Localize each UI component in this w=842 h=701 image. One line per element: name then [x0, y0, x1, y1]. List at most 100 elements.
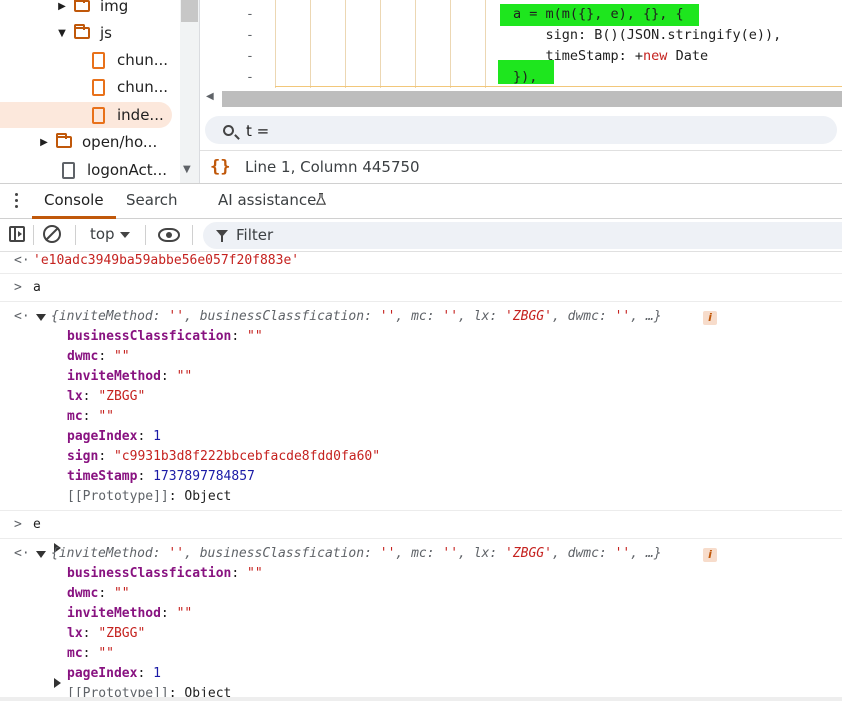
info-icon[interactable]: i [703, 311, 717, 325]
tab-ai-assistance[interactable]: AI assistance [218, 184, 316, 218]
gutter-marker: - [246, 7, 254, 22]
horizontal-scrollbar-thumb[interactable] [222, 91, 842, 107]
code-token: }), [513, 69, 538, 85]
find-input[interactable]: t = [205, 116, 837, 144]
find-query[interactable]: t = [246, 122, 269, 140]
summary-key: mc [411, 309, 427, 324]
expand-toggle-icon[interactable] [54, 678, 61, 688]
code-token: a = m(m({}, e), {}, { [513, 6, 684, 22]
tree-scrollbar-thumb[interactable] [181, 0, 198, 22]
clear-console-icon[interactable] [43, 225, 61, 243]
console-message: > a [0, 274, 842, 302]
summary-colon: : [426, 309, 443, 324]
property-colon: : [98, 586, 114, 601]
property-key: businessClassfication [67, 566, 232, 581]
tree-item-file[interactable]: chun... [92, 47, 168, 73]
property-key: inviteMethod [67, 369, 161, 384]
summary-key: lx [473, 546, 490, 561]
tree-item-file-selected[interactable]: inde... [0, 102, 172, 128]
object-prototype[interactable]: [[Prototype]]: Object [67, 489, 231, 504]
property-value: "ZBGG" [98, 389, 146, 404]
summary-comma: , [458, 309, 474, 324]
console-output[interactable]: <· 'e10adc3949ba59abbe56e057f20f883e' > … [0, 251, 842, 701]
prototype-type: Object [184, 489, 232, 504]
bottom-scrollbar[interactable] [0, 697, 842, 701]
summary-colon: : [598, 546, 615, 561]
console-input: a [33, 280, 41, 295]
property-colon: : [82, 626, 99, 641]
summary-key: mc [411, 546, 427, 561]
summary-comma: , [551, 309, 568, 324]
filter-icon [216, 230, 228, 242]
tree-item-folder[interactable]: ▶ open/ho... [38, 129, 157, 155]
tree-item-file[interactable]: chun... [92, 74, 168, 100]
summary-comma: , [184, 309, 200, 324]
filter-placeholder[interactable]: Filter [236, 226, 273, 244]
object-property: lx: "ZBGG" [67, 626, 145, 641]
property-value: "" [113, 586, 130, 601]
property-value: "" [113, 349, 130, 364]
property-colon: : [160, 606, 177, 621]
object-property: pageIndex: 1 [67, 666, 161, 681]
summary-comma: , [184, 546, 200, 561]
tree-scrollbar[interactable] [180, 0, 199, 183]
tree-item-label: inde... [117, 106, 164, 124]
property-colon: : [160, 369, 177, 384]
expand-toggle-icon[interactable] [36, 551, 46, 558]
chevron-right-icon[interactable]: ▶ [56, 1, 68, 12]
tree-item-img[interactable]: ▶ img [56, 0, 128, 19]
property-colon: : [231, 329, 248, 344]
code-line: }), [513, 69, 537, 85]
object-summary[interactable]: {inviteMethod: '', businessClassfication… [51, 309, 662, 324]
summary-value: '' [614, 546, 631, 561]
sidebar-toggle-icon[interactable] [9, 226, 25, 242]
summary-key: inviteMethod [58, 309, 153, 324]
object-property: timeStamp: 1737897784857 [67, 469, 255, 484]
object-property: businessClassfication: "" [67, 329, 263, 344]
braces-icon[interactable]: {} [210, 157, 230, 177]
chevron-down-icon[interactable] [120, 232, 130, 238]
eye-icon[interactable] [158, 228, 180, 242]
property-key: mc [67, 646, 83, 661]
summary-brace: { [51, 546, 59, 561]
chevron-down-icon[interactable]: ▼ [56, 28, 68, 39]
editor-status-bar: {} Line 1, Column 445750 [200, 150, 842, 184]
info-icon[interactable]: i [703, 548, 717, 562]
summary-key: dwmc [567, 309, 599, 324]
object-summary[interactable]: {inviteMethod: '', businessClassfication… [51, 546, 662, 561]
object-property: pageIndex: 1 [67, 429, 161, 444]
property-key: mc [67, 409, 83, 424]
gutter-marker: - [246, 70, 254, 85]
expand-toggle-icon[interactable] [36, 314, 46, 321]
property-colon: : [82, 409, 99, 424]
tree-item-js[interactable]: ▼ js [56, 20, 112, 46]
summary-comma: , [458, 546, 474, 561]
code-line: a = m(m({}, e), {}, { [513, 6, 684, 22]
object-property: inviteMethod: "" [67, 369, 192, 384]
property-colon: : [137, 429, 154, 444]
tree-item-file[interactable]: logonAct... [62, 157, 167, 183]
scroll-down-icon[interactable]: ▼ [183, 164, 191, 175]
console-input: e [33, 517, 41, 532]
cursor-position: Line 1, Column 445750 [245, 158, 420, 176]
tree-item-label: chun... [117, 51, 169, 69]
kebab-menu-icon[interactable] [15, 193, 18, 211]
property-key: lx [67, 389, 83, 404]
tree-item-label: img [100, 0, 129, 15]
summary-colon: : [426, 546, 443, 561]
horizontal-scrollbar[interactable]: ◀ [200, 88, 842, 110]
scroll-left-icon[interactable]: ◀ [206, 91, 214, 102]
chevron-right-icon[interactable]: ▶ [38, 137, 50, 148]
property-value: "" [247, 566, 263, 581]
file-icon [92, 106, 105, 124]
property-value: "" [247, 329, 263, 344]
tab-search[interactable]: Search [126, 184, 178, 218]
object-property: mc: "" [67, 646, 114, 661]
filter-input[interactable]: Filter [203, 222, 842, 249]
tab-console[interactable]: Console [32, 184, 116, 219]
property-key: timeStamp [67, 469, 138, 484]
code-editor[interactable]: - - - - a = m(m({}, e), {}, { sign: B()(… [200, 0, 842, 88]
folder-icon [74, 24, 90, 39]
context-select[interactable]: top [90, 225, 115, 243]
sources-panel: ▶ img ▼ js chun... chun... inde... ▶ ope… [0, 0, 842, 183]
